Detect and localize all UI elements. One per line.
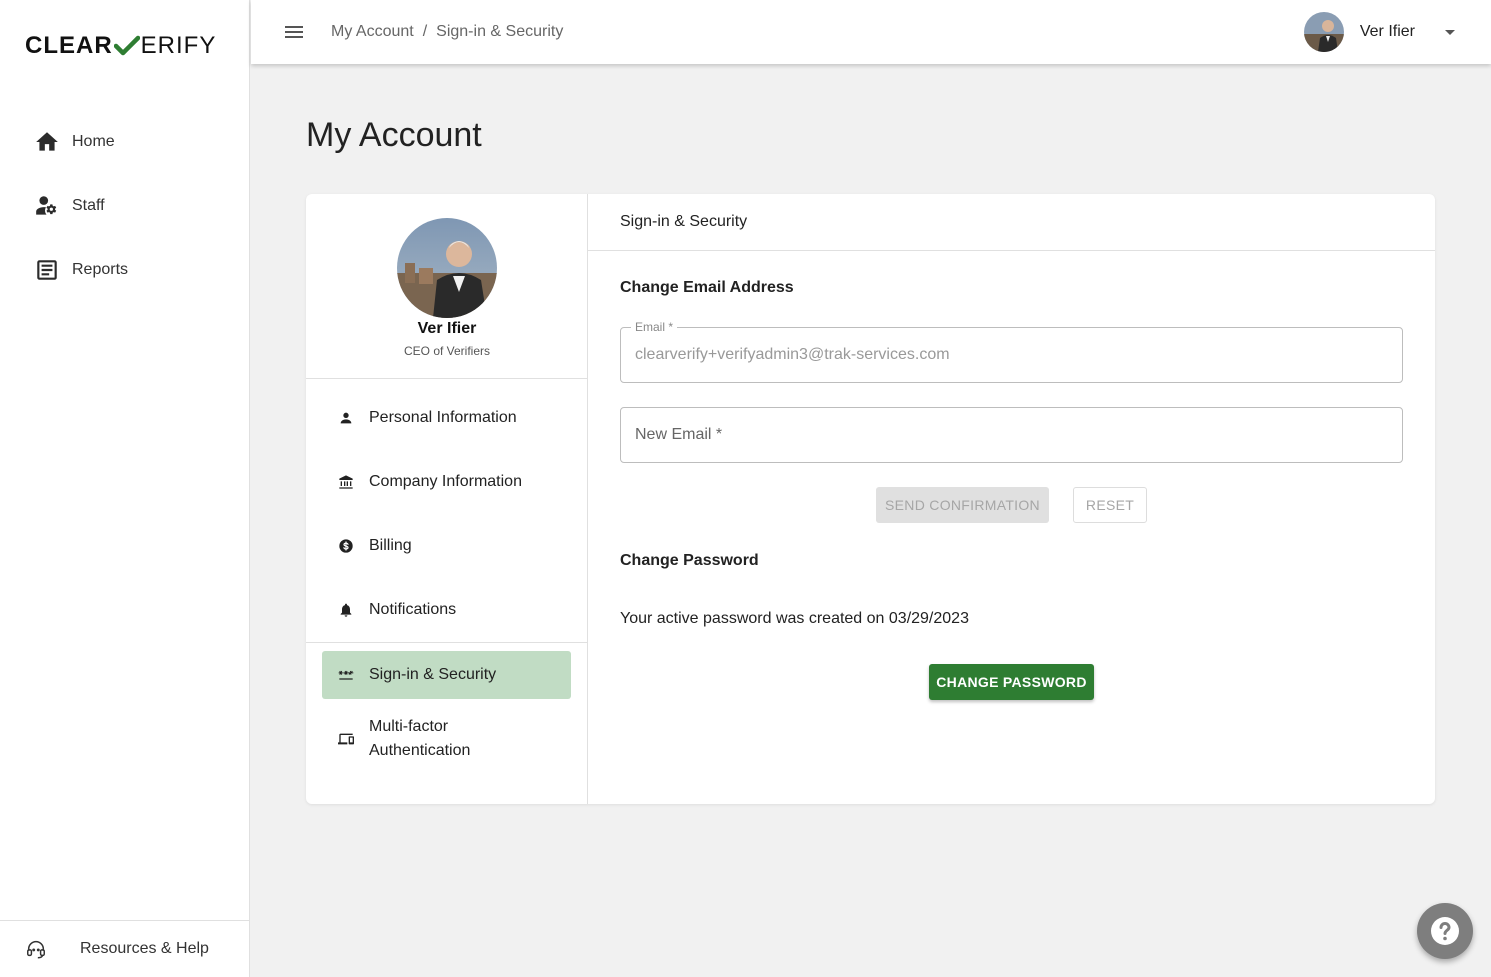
menu-item-multi-factor-authentication[interactable]: Multi-factor Authentication (306, 699, 587, 779)
menu-toggle-button[interactable] (282, 20, 306, 44)
password-icon (338, 670, 354, 680)
change-password-button[interactable]: CHANGE PASSWORD (929, 664, 1094, 700)
password-created-info: Your active password was created on 03/2… (620, 610, 969, 627)
sidebar-item-label: Reports (72, 261, 129, 278)
menu-item-sign-in-security[interactable]: Sign-in & Security (322, 651, 571, 699)
help-fab-button[interactable] (1417, 903, 1473, 959)
new-email-field (620, 407, 1403, 463)
logo-text-right: ERIFY (140, 32, 217, 59)
profile-role: CEO of Verifiers (403, 344, 491, 358)
main-nav: Home Staff Reports (0, 110, 250, 302)
account-nav-panel: Ver Ifier CEO of Verifiers Personal Info… (306, 194, 588, 804)
send-confirmation-button[interactable]: SEND CONFIRMATION (876, 487, 1049, 523)
profile-name: Ver Ifier (417, 320, 477, 337)
account-card: Ver Ifier CEO of Verifiers Personal Info… (306, 194, 1435, 804)
logo-text-left: CLEAR (25, 32, 113, 59)
top-bar: My Account / Sign-in & Security Ver Ifie… (251, 0, 1491, 64)
bank-icon (339, 475, 353, 489)
breadcrumb-my-account[interactable]: My Account (331, 23, 414, 41)
headset-icon (27, 941, 45, 959)
email-field: Email * (620, 320, 1403, 383)
menu-item-label: Multi-factor Authentication (369, 718, 471, 759)
resources-help-label: Resources & Help (80, 940, 209, 957)
staff-gear-icon (36, 196, 57, 215)
bell-icon (340, 603, 352, 617)
account-menu: Personal Information Company Information… (306, 386, 587, 779)
change-password-title: Change Password (620, 552, 759, 569)
menu-item-company-information[interactable]: Company Information (306, 450, 587, 514)
menu-item-label: Sign-in & Security (369, 666, 497, 683)
chevron-down-icon (1445, 29, 1455, 35)
reset-button[interactable]: RESET (1073, 487, 1147, 523)
hamburger-icon (285, 26, 303, 38)
menu-item-label: Company Information (369, 473, 522, 490)
clearverify-logo[interactable]: CLEAR ERIFY (25, 32, 216, 60)
sidebar-item-label: Staff (72, 197, 105, 214)
profile-summary: Ver Ifier CEO of Verifiers (306, 194, 587, 379)
sidebar: CLEAR ERIFY Home Staff Reports Resources… (0, 0, 250, 977)
devices-icon (338, 733, 354, 745)
check-icon (113, 35, 140, 56)
menu-item-billing[interactable]: Billing (306, 514, 587, 578)
sidebar-item-staff[interactable]: Staff (0, 174, 250, 238)
sidebar-item-home[interactable]: Home (0, 110, 250, 174)
breadcrumb: My Account / Sign-in & Security (331, 23, 563, 41)
user-photo-icon (1303, 12, 1344, 52)
sidebar-item-reports[interactable]: Reports (0, 238, 250, 302)
user-menu[interactable]: Ver Ifier (1303, 12, 1455, 52)
page-title: My Account (306, 116, 482, 154)
change-email-title: Change Email Address (620, 279, 794, 296)
breadcrumb-separator: / (422, 23, 428, 40)
menu-divider (306, 642, 587, 643)
menu-item-label: Notifications (369, 601, 457, 618)
dollar-icon (339, 539, 353, 553)
question-mark-icon (1431, 917, 1459, 945)
resources-help-link[interactable]: Resources & Help (0, 920, 250, 977)
sign-in-security-panel: Sign-in & Security Change Email Address … (588, 194, 1435, 804)
user-name: Ver Ifier (1359, 23, 1415, 40)
menu-item-notifications[interactable]: Notifications (306, 578, 587, 642)
person-icon (340, 412, 352, 424)
sidebar-item-label: Home (72, 133, 115, 150)
breadcrumb-sign-in-security[interactable]: Sign-in & Security (436, 23, 563, 41)
profile-photo-icon (397, 218, 497, 318)
profile-avatar (397, 218, 497, 318)
panel-header: Sign-in & Security (588, 194, 1435, 251)
menu-item-label: Billing (369, 537, 412, 554)
menu-item-personal-information[interactable]: Personal Information (306, 386, 587, 450)
new-email-input[interactable] (621, 408, 1402, 462)
menu-item-label: Personal Information (369, 409, 517, 426)
home-icon (36, 132, 58, 151)
reports-icon (37, 260, 57, 280)
avatar (1303, 12, 1344, 52)
email-input[interactable] (621, 328, 1402, 382)
